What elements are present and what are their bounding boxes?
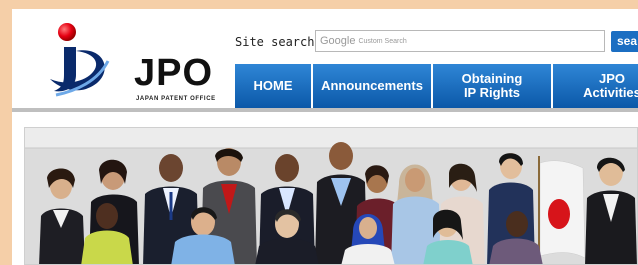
jpo-logo[interactable]: JPO JAPAN PATENT OFFICE bbox=[36, 21, 226, 102]
google-brand-text: Google bbox=[320, 35, 356, 47]
page-frame: JPO JAPAN PATENT OFFICE Site search Goog… bbox=[12, 9, 638, 265]
jpo-emblem-icon bbox=[50, 23, 110, 97]
nav-item-jpo-activities[interactable]: JPO Activities bbox=[553, 64, 638, 108]
nav-item-announcements[interactable]: Announcements bbox=[313, 64, 431, 108]
hero-group-photo bbox=[24, 127, 638, 265]
search-button[interactable]: sea bbox=[611, 31, 638, 52]
site-search-label: Site search bbox=[235, 35, 315, 49]
search-placeholder: Custom Search bbox=[358, 37, 407, 45]
nav-item-home[interactable]: HOME bbox=[235, 64, 311, 108]
nav-item-obtaining-ip-rights[interactable]: Obtaining IP Rights bbox=[433, 64, 551, 108]
search-input[interactable]: Google Custom Search bbox=[315, 30, 605, 52]
japan-flag bbox=[538, 156, 586, 264]
main-nav: HOME Announcements Obtaining IP Rights J… bbox=[235, 64, 638, 108]
logo-subtitle: JAPAN PATENT OFFICE bbox=[136, 96, 216, 102]
logo-text: JPO bbox=[134, 52, 214, 94]
header-divider bbox=[12, 108, 638, 112]
